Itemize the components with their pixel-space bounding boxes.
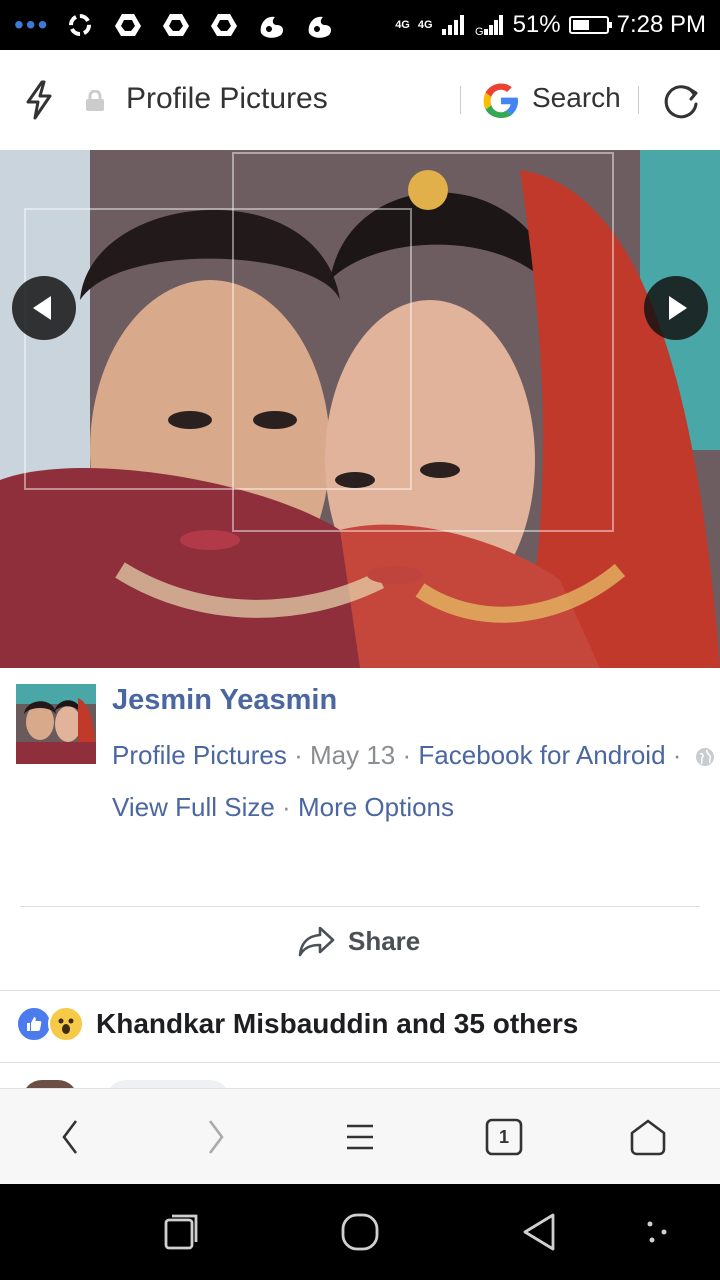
like-reaction-icon: [16, 1006, 52, 1042]
uc-browser-icon-2: [303, 10, 337, 40]
author-avatar[interactable]: [16, 684, 96, 764]
source-link[interactable]: Facebook for Android: [418, 740, 665, 770]
search-button[interactable]: Search: [532, 82, 621, 114]
system-status: 4G 4G G 51% 7:28 PM: [395, 0, 706, 50]
svg-text:G: G: [475, 26, 484, 37]
post-meta: Profile Pictures · May 13 · Facebook for…: [112, 740, 715, 771]
menu-button[interactable]: [338, 1115, 382, 1159]
post-date[interactable]: May 13: [310, 740, 395, 770]
more-options-link[interactable]: More Options: [298, 792, 454, 822]
share-arrow-icon: [298, 926, 335, 957]
status-bar: ••• 4G 4G G 51% 7:28 PM: [0, 0, 720, 50]
photo-options: View Full Size · More Options: [112, 792, 454, 823]
divider-2: [638, 86, 639, 114]
sync-icon: [63, 10, 97, 40]
assistant-dots-icon[interactable]: [640, 1212, 680, 1252]
wow-reaction-icon: [48, 1006, 84, 1042]
drive-icon-3: [207, 10, 241, 40]
page-title[interactable]: Profile Pictures: [126, 82, 328, 116]
divider-line-3: [0, 1062, 720, 1063]
divider-line-2: [0, 990, 720, 991]
back-button[interactable]: [48, 1115, 92, 1159]
author-name[interactable]: Jesmin Yeasmin: [112, 684, 337, 717]
signal-icon-2: G: [475, 15, 503, 37]
clock: 7:28 PM: [616, 11, 706, 38]
share-label: Share: [348, 925, 421, 956]
browser-toolbar: 1: [0, 1088, 720, 1185]
notification-icons: •••: [14, 10, 337, 40]
previous-photo-button[interactable]: [12, 276, 76, 340]
network-type: 4G: [395, 18, 410, 31]
home-button[interactable]: [626, 1115, 670, 1159]
meta-separator: ·: [294, 740, 303, 770]
face-tag-box-2[interactable]: [232, 152, 614, 532]
chevron-right-icon: [208, 1120, 224, 1154]
forward-button[interactable]: [194, 1115, 238, 1159]
meta-separator-3: ·: [672, 740, 682, 770]
options-separator: ·: [282, 792, 291, 822]
reactions-text: Khandkar Misbauddin and 35 others: [96, 1008, 579, 1039]
home-icon: [630, 1119, 666, 1156]
network-type-2: 4G: [417, 18, 433, 31]
recents-icon[interactable]: [160, 1212, 200, 1252]
system-navigation-bar: [0, 1184, 720, 1280]
divider: [460, 86, 461, 114]
share-button[interactable]: Share: [298, 924, 420, 958]
home-nav-icon[interactable]: [340, 1212, 380, 1252]
view-full-size-link[interactable]: View Full Size: [112, 792, 275, 822]
chevron-left-icon: [62, 1120, 78, 1154]
signal-icon: [441, 15, 464, 35]
reload-icon[interactable]: [658, 78, 704, 124]
album-link[interactable]: Profile Pictures: [112, 740, 287, 770]
battery-percent: 51%: [512, 11, 561, 38]
browser-url-bar: Profile Pictures Search: [0, 50, 720, 151]
profile-photo[interactable]: [0, 150, 720, 668]
uc-browser-icon: [255, 10, 289, 40]
menu-icon: [347, 1124, 373, 1150]
lock-icon: [86, 90, 104, 111]
divider-line: [20, 906, 700, 907]
lightning-icon[interactable]: [22, 80, 56, 120]
tab-count: 1: [498, 1126, 509, 1147]
arrow-left-icon: [33, 296, 51, 320]
reactions-summary[interactable]: Khandkar Misbauddin and 35 others: [16, 1006, 578, 1042]
google-icon[interactable]: [480, 80, 522, 122]
back-nav-icon[interactable]: [520, 1212, 560, 1252]
more-notifications-icon: •••: [14, 9, 50, 40]
drive-icon: [111, 10, 145, 40]
meta-separator-2: ·: [402, 740, 412, 770]
arrow-right-icon: [669, 296, 687, 320]
globe-icon: [695, 748, 714, 767]
tabs-button[interactable]: 1: [482, 1115, 526, 1159]
next-photo-button[interactable]: [644, 276, 708, 340]
drive-icon-2: [159, 10, 193, 40]
battery-icon: [568, 16, 612, 34]
